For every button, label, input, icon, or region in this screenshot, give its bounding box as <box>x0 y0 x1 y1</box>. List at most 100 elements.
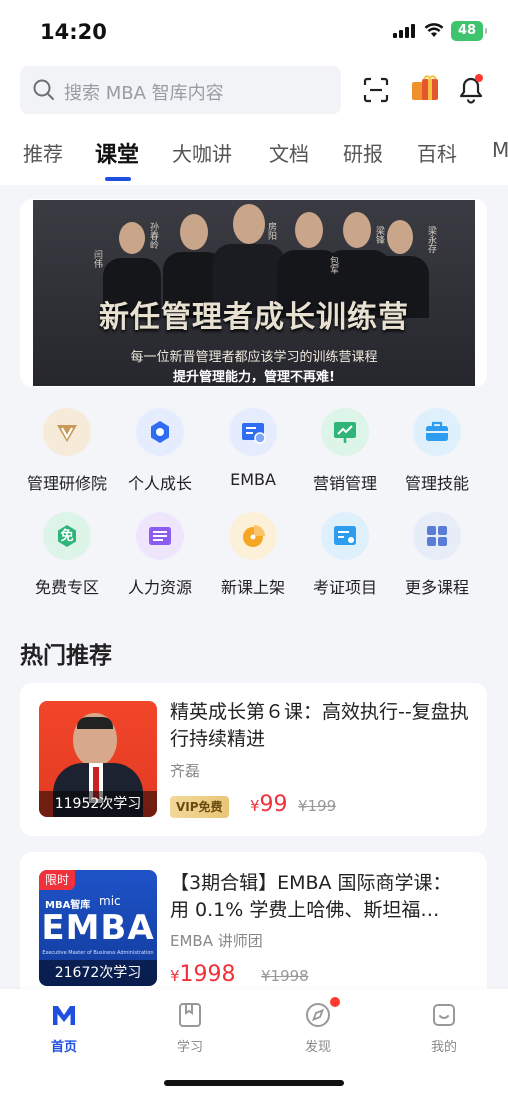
home-m-icon <box>50 1001 78 1029</box>
header: 搜索 MBA 智库内容 推荐 课堂 大咖讲 文档 研报 百科 M <box>0 60 508 185</box>
notification-bell-icon[interactable] <box>456 73 486 105</box>
category-emba[interactable]: EMBA <box>206 408 300 489</box>
status-time: 14:20 <box>40 20 107 44</box>
category-label: 人力资源 <box>127 578 192 597</box>
thumb-mic-logo: mic <box>99 894 121 908</box>
banner-subtitle: 每一位新晋管理者都应该学习的训练营课程 <box>130 350 378 365</box>
section-title-hot: 热门推荐 <box>20 643 112 669</box>
nav-study[interactable]: 学习 <box>150 1001 230 1055</box>
tab-more-partial[interactable]: M <box>492 138 508 162</box>
course-title: 【3期合辑】EMBA 国际商学课：用 0.1% 学费上哈佛、斯坦福… <box>170 872 452 921</box>
category-management-academy[interactable]: 管理研修院 <box>20 408 114 494</box>
category-label: 个人成长 <box>127 474 192 493</box>
tab-big-talk[interactable]: 大咖讲 <box>172 138 232 167</box>
category-management-skills[interactable]: 管理技能 <box>390 408 484 494</box>
banner-name: 闫伟 <box>92 250 102 268</box>
battery-icon: 48 <box>451 21 487 41</box>
banner-image[interactable]: 闫伟 孙春岭 房阳 包军 梁锋 梁永存 新任管理者成长训练营 每一位新晋管理者都… <box>33 200 475 386</box>
wifi-icon <box>424 23 444 37</box>
category-label: 管理技能 <box>404 474 469 493</box>
category-new-courses[interactable]: 新课上架 <box>206 512 300 598</box>
banner-tagline: 提升管理能力，管理不再难! <box>173 370 335 385</box>
free-badge-icon: 免 <box>43 512 91 560</box>
category-personal-growth[interactable]: 个人成长 <box>113 408 207 494</box>
list-card-icon <box>136 512 184 560</box>
learner-count: 21672次学习 <box>39 960 157 986</box>
scan-icon[interactable] <box>363 77 389 103</box>
tab-classroom[interactable]: 课堂 <box>95 137 139 169</box>
category-more-courses[interactable]: 更多课程 <box>390 512 484 598</box>
course-author: EMBA 讲师团 <box>170 932 263 950</box>
notification-dot <box>330 997 340 1007</box>
original-price: ¥1998 <box>261 967 309 985</box>
course-price: ¥99 <box>250 792 288 817</box>
banner-card[interactable]: 闫伟 孙春岭 房阳 包军 梁锋 梁永存 新任管理者成长训练营 每一位新晋管理者都… <box>20 199 487 387</box>
banner-name: 包军 <box>328 256 338 274</box>
course-author: 齐磊 <box>170 762 201 780</box>
course-thumbnail: 11952次学习 <box>39 701 157 817</box>
category-human-resources[interactable]: 人力资源 <box>113 512 207 598</box>
original-price: ¥199 <box>298 797 337 815</box>
learner-count: 11952次学习 <box>39 791 157 817</box>
course-title: 精英成长第６课：高效执行--复盘执行持续精进 <box>170 701 469 750</box>
search-icon <box>33 79 54 100</box>
grid-icon <box>413 512 461 560</box>
compass-icon <box>304 997 340 1029</box>
category-label: 营销管理 <box>312 474 377 493</box>
vip-free-badge: VIP免费 <box>170 796 229 818</box>
course-price: ¥1998 <box>170 962 236 987</box>
thumb-emba-subtext: Executive Master of Business Administrat… <box>42 950 154 956</box>
banner-name: 房阳 <box>266 222 276 240</box>
category-certification[interactable]: 考证项目 <box>298 512 392 598</box>
bookmark-book-icon <box>176 1001 204 1029</box>
nav-label: 我的 <box>430 1040 457 1055</box>
status-bar: 14:20 48 <box>0 0 508 60</box>
search-placeholder: 搜索 MBA 智库内容 <box>64 83 224 104</box>
banner-name: 孙春岭 <box>148 222 158 249</box>
search-input[interactable]: 搜索 MBA 智库内容 <box>20 66 341 114</box>
profile-face-icon <box>430 1001 458 1029</box>
nav-label: 学习 <box>176 1040 203 1055</box>
limited-tag: 限时 <box>39 870 76 890</box>
price-value: 1998 <box>179 962 236 987</box>
banner-title: 新任管理者成长训练营 <box>99 300 409 335</box>
hexagon-icon <box>136 408 184 456</box>
currency-symbol: ¥ <box>170 967 180 985</box>
tab-wiki[interactable]: 百科 <box>417 138 457 167</box>
category-label: 管理研修院 <box>26 474 107 493</box>
active-tab-indicator <box>105 177 131 181</box>
category-tabs: 推荐 课堂 大咖讲 文档 研报 百科 M <box>0 138 508 184</box>
category-label: 考证项目 <box>312 578 377 597</box>
banner-name: 梁锋 <box>374 226 384 244</box>
thumb-emba-text: EMBA <box>41 908 155 948</box>
banner-name: 梁永存 <box>426 226 436 253</box>
price-value: 99 <box>259 792 288 817</box>
nav-label: 首页 <box>50 1040 77 1055</box>
course-card[interactable]: 限时 MBA智库 mic EMBA Executive Master of Bu… <box>20 852 487 1002</box>
gift-bag-icon[interactable] <box>409 73 441 105</box>
category-free-zone[interactable]: 免 免费专区 <box>20 512 114 598</box>
tab-recommend[interactable]: 推荐 <box>23 138 63 167</box>
briefcase-icon <box>413 408 461 456</box>
category-label: 免费专区 <box>34 578 99 597</box>
home-indicator[interactable] <box>164 1080 344 1086</box>
nav-label: 发现 <box>304 1040 331 1055</box>
tab-documents[interactable]: 文档 <box>269 138 309 167</box>
cellular-signal-icon <box>393 24 415 38</box>
pie-chart-icon <box>229 512 277 560</box>
category-label: 更多课程 <box>404 578 469 597</box>
presentation-chart-icon <box>321 408 369 456</box>
free-badge-glyph: 免 <box>60 529 74 544</box>
currency-symbol: ¥ <box>250 797 260 815</box>
certificate-icon <box>229 408 277 456</box>
v-diamond-icon <box>43 408 91 456</box>
id-card-icon <box>321 512 369 560</box>
course-thumbnail: 限时 MBA智库 mic EMBA Executive Master of Bu… <box>39 870 157 986</box>
category-label: EMBA <box>230 470 276 489</box>
tab-reports[interactable]: 研报 <box>343 138 383 167</box>
course-card[interactable]: 11952次学习 精英成长第６课：高效执行--复盘执行持续精进 齐磊 VIP免费… <box>20 683 487 836</box>
nav-home[interactable]: 首页 <box>24 1001 104 1055</box>
category-marketing-management[interactable]: 营销管理 <box>298 408 392 494</box>
nav-profile[interactable]: 我的 <box>404 1001 484 1055</box>
nav-discover[interactable]: 发现 <box>278 997 358 1055</box>
